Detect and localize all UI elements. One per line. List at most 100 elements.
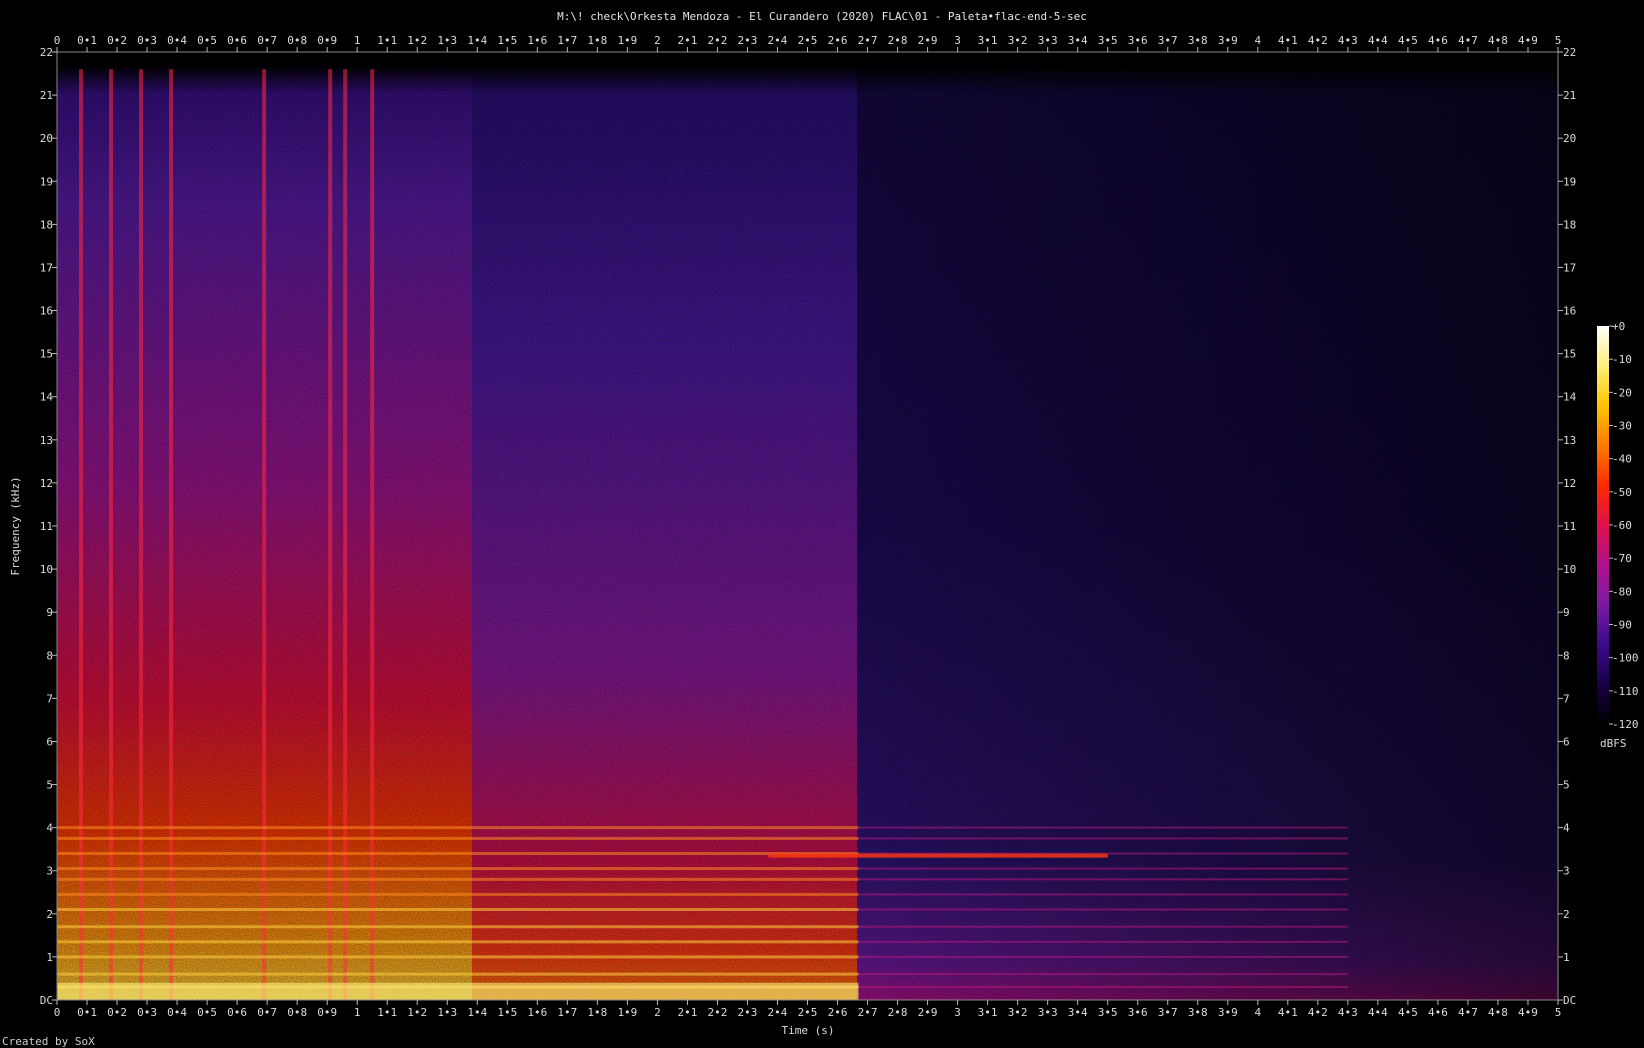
transient-streak xyxy=(109,69,114,1000)
x-tick-label: 1•4 xyxy=(467,1006,487,1019)
x-tick-label-top: 2•6 xyxy=(828,34,848,47)
x-tick-label: 3•7 xyxy=(1158,1006,1178,1019)
x-tick-label-top: 2•4 xyxy=(768,34,788,47)
x-tick-label: 0 xyxy=(54,1006,61,1019)
x-tick-label-top: 0•3 xyxy=(137,34,157,47)
y-tick-label-right: 18 xyxy=(1563,218,1576,231)
x-tick-label: 3•3 xyxy=(1038,1006,1058,1019)
spectrogram-chart: M:\! check\Orkesta Mendoza - El Curander… xyxy=(2,10,1639,1048)
x-tick-label-top: 2•7 xyxy=(858,34,878,47)
colorbar-tick-label: -120 xyxy=(1612,718,1639,731)
y-tick-label-right: 11 xyxy=(1563,520,1576,533)
x-tick-label: 1•2 xyxy=(407,1006,427,1019)
x-tick-label: 4•5 xyxy=(1398,1006,1418,1019)
y-tick-label-right: 10 xyxy=(1563,563,1576,576)
y-tick-label: 8 xyxy=(46,649,53,662)
y-tick-label-right: 16 xyxy=(1563,305,1576,318)
x-tick-label-top: 3•3 xyxy=(1038,34,1058,47)
x-tick-label: 3•9 xyxy=(1218,1006,1238,1019)
harmonic-tail xyxy=(858,955,1348,958)
x-tick-label-top: 4•7 xyxy=(1458,34,1478,47)
y-tick-label-right: 9 xyxy=(1563,606,1570,619)
y-tick-label: 12 xyxy=(40,477,53,490)
x-tick-label-top: 3•6 xyxy=(1128,34,1148,47)
y-tick-label-right: 15 xyxy=(1563,348,1576,361)
y-tick-label: 17 xyxy=(40,261,53,274)
x-tick-label: 0•2 xyxy=(107,1006,127,1019)
x-tick-label-top: 4•8 xyxy=(1488,34,1508,47)
colorbar-gradient xyxy=(1597,326,1609,724)
footer-credit: Created by SoX xyxy=(2,1035,95,1048)
x-tick-label-top: 0•9 xyxy=(317,34,337,47)
x-axis-label: Time (s) xyxy=(782,1024,835,1037)
harmonic-tail xyxy=(858,973,1348,976)
x-tick-label-top: 2•8 xyxy=(888,34,908,47)
x-tick-label: 1•9 xyxy=(617,1006,637,1019)
x-tick-label: 2•5 xyxy=(798,1006,818,1019)
transient-streak xyxy=(328,69,333,1000)
x-tick-label: 5 xyxy=(1555,1006,1562,1019)
harmonic-line xyxy=(57,892,859,896)
x-tick-label-top: 4•6 xyxy=(1428,34,1448,47)
x-tick-label: 0•9 xyxy=(317,1006,337,1019)
y-tick-label-right: 17 xyxy=(1563,261,1576,274)
x-tick-label: 4•7 xyxy=(1458,1006,1478,1019)
harmonic-line xyxy=(57,972,859,976)
x-tick-label: 3•2 xyxy=(1008,1006,1028,1019)
colorbar-tick-label: -70 xyxy=(1612,552,1632,565)
x-tick-label: 1•7 xyxy=(557,1006,577,1019)
y-tick-label: 21 xyxy=(40,89,53,102)
x-tick-label: 0•6 xyxy=(227,1006,247,1019)
x-tick-label-top: 1•7 xyxy=(557,34,577,47)
x-tick-label: 3•6 xyxy=(1128,1006,1148,1019)
x-tick-label-top: 4•3 xyxy=(1338,34,1358,47)
y-tick-label-right: 7 xyxy=(1563,692,1570,705)
x-tick-label-top: 1•6 xyxy=(527,34,547,47)
low-frequency-band xyxy=(57,982,859,1000)
x-tick-label-top: 0•1 xyxy=(77,34,97,47)
harmonic-line xyxy=(57,877,859,881)
x-tick-label: 2•7 xyxy=(858,1006,878,1019)
y-tick-label-right: 2 xyxy=(1563,908,1570,921)
x-tick-label: 1•5 xyxy=(497,1006,517,1019)
x-tick-label-top: 2•9 xyxy=(918,34,938,47)
y-tick-label: 18 xyxy=(40,218,53,231)
x-tick-label-top: 4•4 xyxy=(1368,34,1388,47)
x-tick-label-top: 2•1 xyxy=(677,34,697,47)
x-tick-label: 4•2 xyxy=(1308,1006,1328,1019)
x-tick-label-top: 0•7 xyxy=(257,34,277,47)
y-tick-label: 5 xyxy=(46,779,53,792)
harmonic-tail xyxy=(858,867,1348,870)
x-tick-label-top: 4 xyxy=(1254,34,1261,47)
y-tick-label-right: 19 xyxy=(1563,175,1576,188)
colorbar: +0 -10 -20 -30 -40 -50 -60 -70 -80 -90 -100 -110 -12… xyxy=(1597,320,1639,750)
x-tick-label-top: 1 xyxy=(354,34,361,47)
x-tick-label: 4•6 xyxy=(1428,1006,1448,1019)
sustained-tone xyxy=(768,853,1108,858)
y-tick-label: 14 xyxy=(40,391,54,404)
transient-streak xyxy=(139,69,144,1000)
harmonic-line xyxy=(57,826,859,830)
colorbar-tick-label: -30 xyxy=(1612,420,1632,433)
x-tick-label-top: 0•2 xyxy=(107,34,127,47)
y-tick-label-right: 21 xyxy=(1563,89,1576,102)
colorbar-ticks: +0 -10 -20 -30 -40 -50 -60 -70 -80 -90 -100 -110 -12… xyxy=(1609,320,1639,731)
x-tick-label: 2•1 xyxy=(677,1006,697,1019)
x-tick-label: 0•1 xyxy=(77,1006,97,1019)
x-tick-label: 0•4 xyxy=(167,1006,187,1019)
colorbar-tick-label: -90 xyxy=(1612,619,1632,632)
harmonic-tail xyxy=(858,925,1348,928)
colorbar-tick-label: -40 xyxy=(1612,453,1632,466)
x-tick-label-top: 2•2 xyxy=(708,34,728,47)
x-tick-label-top: 1•8 xyxy=(587,34,607,47)
harmonic-tail xyxy=(858,826,1348,829)
x-tick-label: 1•3 xyxy=(437,1006,457,1019)
chart-title: M:\! check\Orkesta Mendoza - El Curander… xyxy=(557,10,1087,23)
x-tick-label: 4•9 xyxy=(1518,1006,1538,1019)
y-tick-label-right: 1 xyxy=(1563,951,1570,964)
x-tick-label-top: 3•5 xyxy=(1098,34,1118,47)
transient-streak xyxy=(79,69,84,1000)
colorbar-tick-label: -60 xyxy=(1612,519,1632,532)
x-tick-label-top: 0•6 xyxy=(227,34,247,47)
y-tick-label: 3 xyxy=(46,865,53,878)
